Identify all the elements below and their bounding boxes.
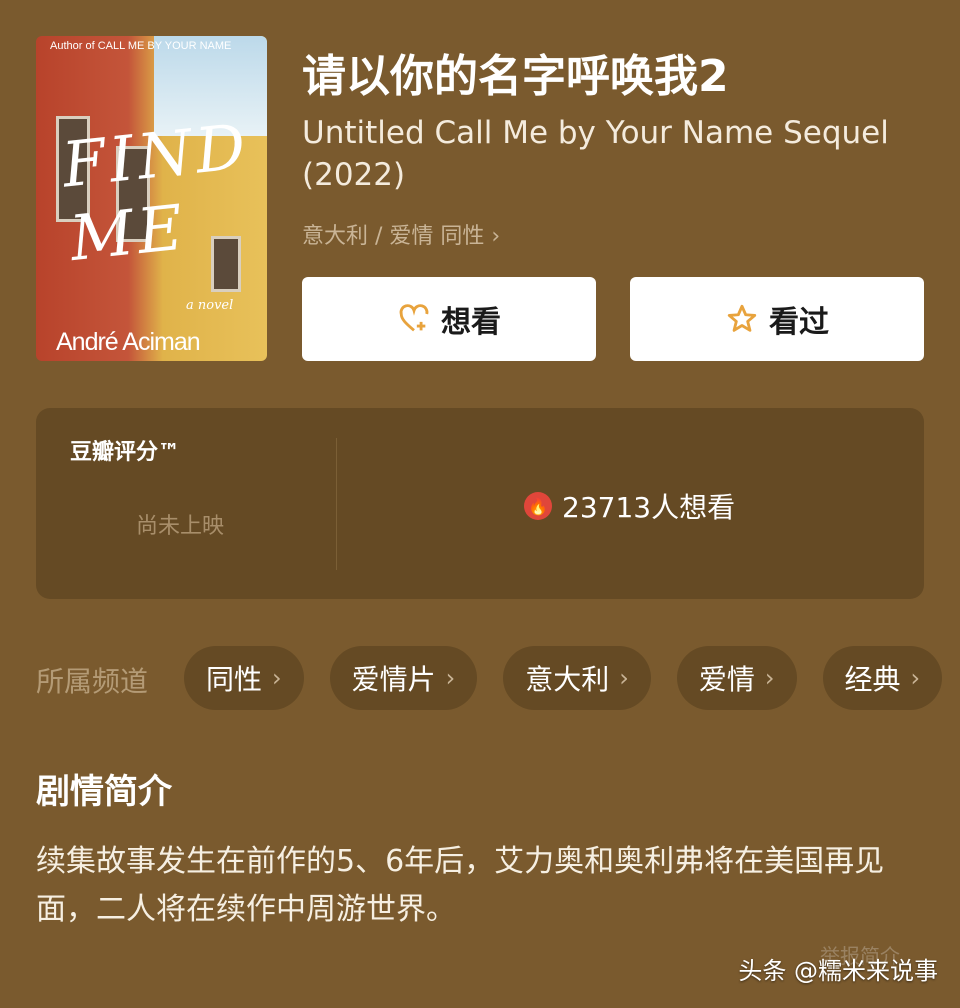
rating-card: 豆瓣评分™ 尚未上映 🔥 23713人想看	[36, 408, 924, 599]
movie-title-en: Untitled Call Me by Your Name Sequel (20…	[302, 115, 889, 193]
genre-link[interactable]: 意大利 / 爱情 同性 ›	[302, 218, 500, 250]
fire-icon: 🔥	[524, 492, 552, 520]
poster-author-line: Author of CALL ME BY YOUR NAME	[50, 40, 232, 52]
divider	[336, 438, 337, 570]
watermark: 头条 @糯米来说事	[738, 957, 938, 985]
want-to-watch-button[interactable]: 想看	[302, 277, 596, 361]
poster-title: FIND ME	[58, 109, 253, 276]
chevron-right-icon: ›	[910, 664, 921, 692]
channel-chip[interactable]: 爱情 ›	[676, 646, 797, 710]
channels-label: 所属频道	[36, 665, 149, 698]
want-count: 🔥 23713人想看	[524, 486, 735, 526]
channel-chips: 同性 › 爱情片 › 意大利 › 爱情 › 经典 ›	[184, 646, 943, 710]
channel-chip[interactable]: 爱情片 ›	[329, 646, 478, 710]
poster-author: André Aciman	[56, 328, 201, 356]
poster-subtitle: a novel	[186, 298, 234, 313]
chip-label: 经典	[844, 663, 901, 696]
seen-label: 看过	[769, 305, 829, 340]
want-count-text: 23713人想看	[562, 491, 736, 524]
chip-label: 意大利	[525, 663, 610, 696]
star-icon	[727, 304, 757, 332]
movie-poster[interactable]: Author of CALL ME BY YOUR NAME FIND ME a…	[36, 36, 267, 361]
synopsis-text: 续集故事发生在前作的5、6年后，艾力奥和奥利弗将在美国再见面，二人将在续作中周游…	[36, 844, 885, 927]
chip-label: 同性	[206, 663, 263, 696]
chip-label: 爱情片	[351, 663, 436, 696]
douban-rating-label: 豆瓣评分™	[70, 440, 181, 465]
chip-label: 爱情	[698, 663, 755, 696]
channel-chip[interactable]: 经典 ›	[822, 646, 943, 710]
channel-chip[interactable]: 意大利 ›	[503, 646, 651, 710]
movie-title-cn: 请以你的名字呼唤我2	[302, 51, 729, 102]
want-label: 想看	[441, 305, 501, 340]
chevron-right-icon: ›	[272, 664, 282, 692]
heart-plus-icon	[399, 304, 429, 332]
rating-status: 尚未上映	[136, 514, 225, 539]
channel-chip[interactable]: 同性 ›	[184, 646, 304, 710]
chevron-right-icon: ›	[619, 664, 629, 692]
watched-button[interactable]: 看过	[630, 277, 924, 361]
chevron-right-icon: ›	[764, 664, 775, 692]
chevron-right-icon: ›	[445, 664, 456, 692]
synopsis-title: 剧情简介	[36, 772, 172, 812]
